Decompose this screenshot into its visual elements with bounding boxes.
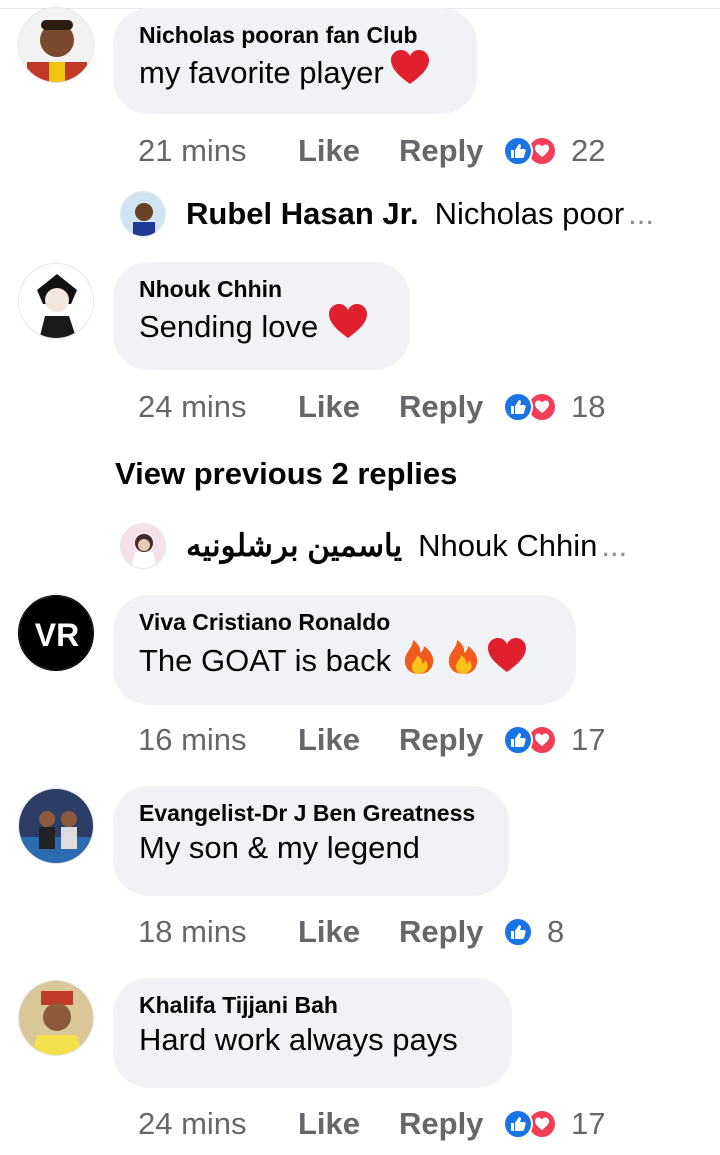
reaction-summary[interactable] — [503, 1109, 557, 1139]
reaction-count[interactable]: 17 — [571, 1106, 605, 1142]
reply-button[interactable]: Reply — [399, 133, 503, 169]
comment-author[interactable]: Nhouk Chhin — [139, 274, 384, 304]
avatar[interactable] — [18, 980, 94, 1056]
like-reaction-icon — [503, 725, 533, 755]
comment-text: The GOAT is back — [139, 637, 550, 685]
avatar[interactable] — [120, 191, 166, 237]
comment-actions: 18 mins Like Reply 8 — [138, 912, 564, 952]
like-button[interactable]: Like — [298, 389, 399, 425]
comment-author[interactable]: Viva Cristiano Ronaldo — [139, 607, 550, 637]
like-reaction-icon — [503, 917, 533, 947]
heart-emoji-icon — [328, 304, 368, 350]
reply-preview[interactable]: Rubel Hasan Jr. Nicholas poor ... — [120, 190, 654, 238]
fire-emoji-icon — [445, 637, 481, 685]
reply-ellipsis: ... — [601, 528, 628, 563]
comment-time[interactable]: 24 mins — [138, 1106, 298, 1142]
comment-time[interactable]: 18 mins — [138, 914, 298, 950]
comment-text-body: Hard work always pays — [139, 1022, 458, 1057]
reply-button[interactable]: Reply — [399, 1106, 503, 1142]
avatar[interactable] — [120, 523, 166, 569]
comment-author[interactable]: Khalifa Tijjani Bah — [139, 990, 486, 1020]
reaction-summary[interactable] — [503, 917, 533, 947]
comment-author[interactable]: Nicholas pooran fan Club — [139, 20, 451, 50]
like-button[interactable]: Like — [298, 914, 399, 950]
comment-bubble: Nicholas pooran fan Club my favorite pla… — [113, 8, 477, 114]
like-reaction-icon — [503, 136, 533, 166]
reaction-summary[interactable] — [503, 725, 557, 755]
reaction-count[interactable]: 8 — [547, 914, 564, 950]
avatar[interactable] — [18, 7, 94, 83]
avatar[interactable] — [18, 263, 94, 339]
reply-author[interactable]: ياسمين برشلونيه — [186, 528, 402, 564]
reaction-summary[interactable] — [503, 136, 557, 166]
like-button[interactable]: Like — [298, 1106, 399, 1142]
reply-author[interactable]: Rubel Hasan Jr. — [186, 196, 419, 232]
view-previous-replies-link[interactable]: View previous 2 replies — [115, 456, 457, 492]
like-reaction-icon — [503, 1109, 533, 1139]
like-reaction-icon — [503, 392, 533, 422]
reply-ellipsis: ... — [628, 196, 654, 231]
comment-time[interactable]: 16 mins — [138, 722, 298, 758]
comment-author[interactable]: Evangelist-Dr J Ben Greatness — [139, 798, 483, 828]
comment-text-body: Sending love — [139, 309, 319, 344]
like-button[interactable]: Like — [298, 722, 399, 758]
comment-actions: 21 mins Like Reply 22 — [138, 131, 605, 171]
comment-text-body: my favorite player — [139, 55, 384, 90]
reaction-count[interactable]: 18 — [571, 389, 605, 425]
reaction-count[interactable]: 22 — [571, 133, 605, 169]
like-button[interactable]: Like — [298, 133, 399, 169]
heart-emoji-icon — [390, 50, 430, 96]
reply-button[interactable]: Reply — [399, 389, 503, 425]
reply-text: Nhouk Chhin — [418, 528, 598, 563]
comment-text: Hard work always pays — [139, 1020, 486, 1060]
avatar[interactable] — [18, 788, 94, 864]
comment-text-body: The GOAT is back — [139, 643, 392, 678]
comment-bubble: Viva Cristiano Ronaldo The GOAT is back — [113, 595, 576, 705]
comment-actions: 16 mins Like Reply 17 — [138, 720, 605, 760]
comment-bubble: Nhouk Chhin Sending love — [113, 262, 410, 370]
comment-text: my favorite player — [139, 50, 451, 96]
comment-time[interactable]: 21 mins — [138, 133, 298, 169]
comment-text: My son & my legend — [139, 828, 483, 868]
reply-button[interactable]: Reply — [399, 914, 503, 950]
heart-emoji-icon — [487, 638, 527, 684]
reaction-count[interactable]: 17 — [571, 722, 605, 758]
comment-text-body: My son & my legend — [139, 830, 420, 865]
comment-time[interactable]: 24 mins — [138, 389, 298, 425]
reply-text: Nicholas poor — [434, 196, 625, 231]
avatar[interactable]: VR — [18, 595, 94, 671]
comment-bubble: Khalifa Tijjani Bah Hard work always pay… — [113, 978, 512, 1088]
comment-text: Sending love — [139, 304, 384, 350]
fire-emoji-icon — [401, 637, 437, 685]
reaction-summary[interactable] — [503, 392, 557, 422]
comment-actions: 24 mins Like Reply 17 — [138, 1104, 605, 1144]
reply-preview[interactable]: ياسمين برشلونيه Nhouk Chhin ... — [120, 522, 627, 570]
comment-actions: 24 mins Like Reply 18 — [138, 387, 605, 427]
comment-bubble: Evangelist-Dr J Ben Greatness My son & m… — [113, 786, 509, 896]
reply-button[interactable]: Reply — [399, 722, 503, 758]
svg-text:VR: VR — [35, 617, 79, 653]
